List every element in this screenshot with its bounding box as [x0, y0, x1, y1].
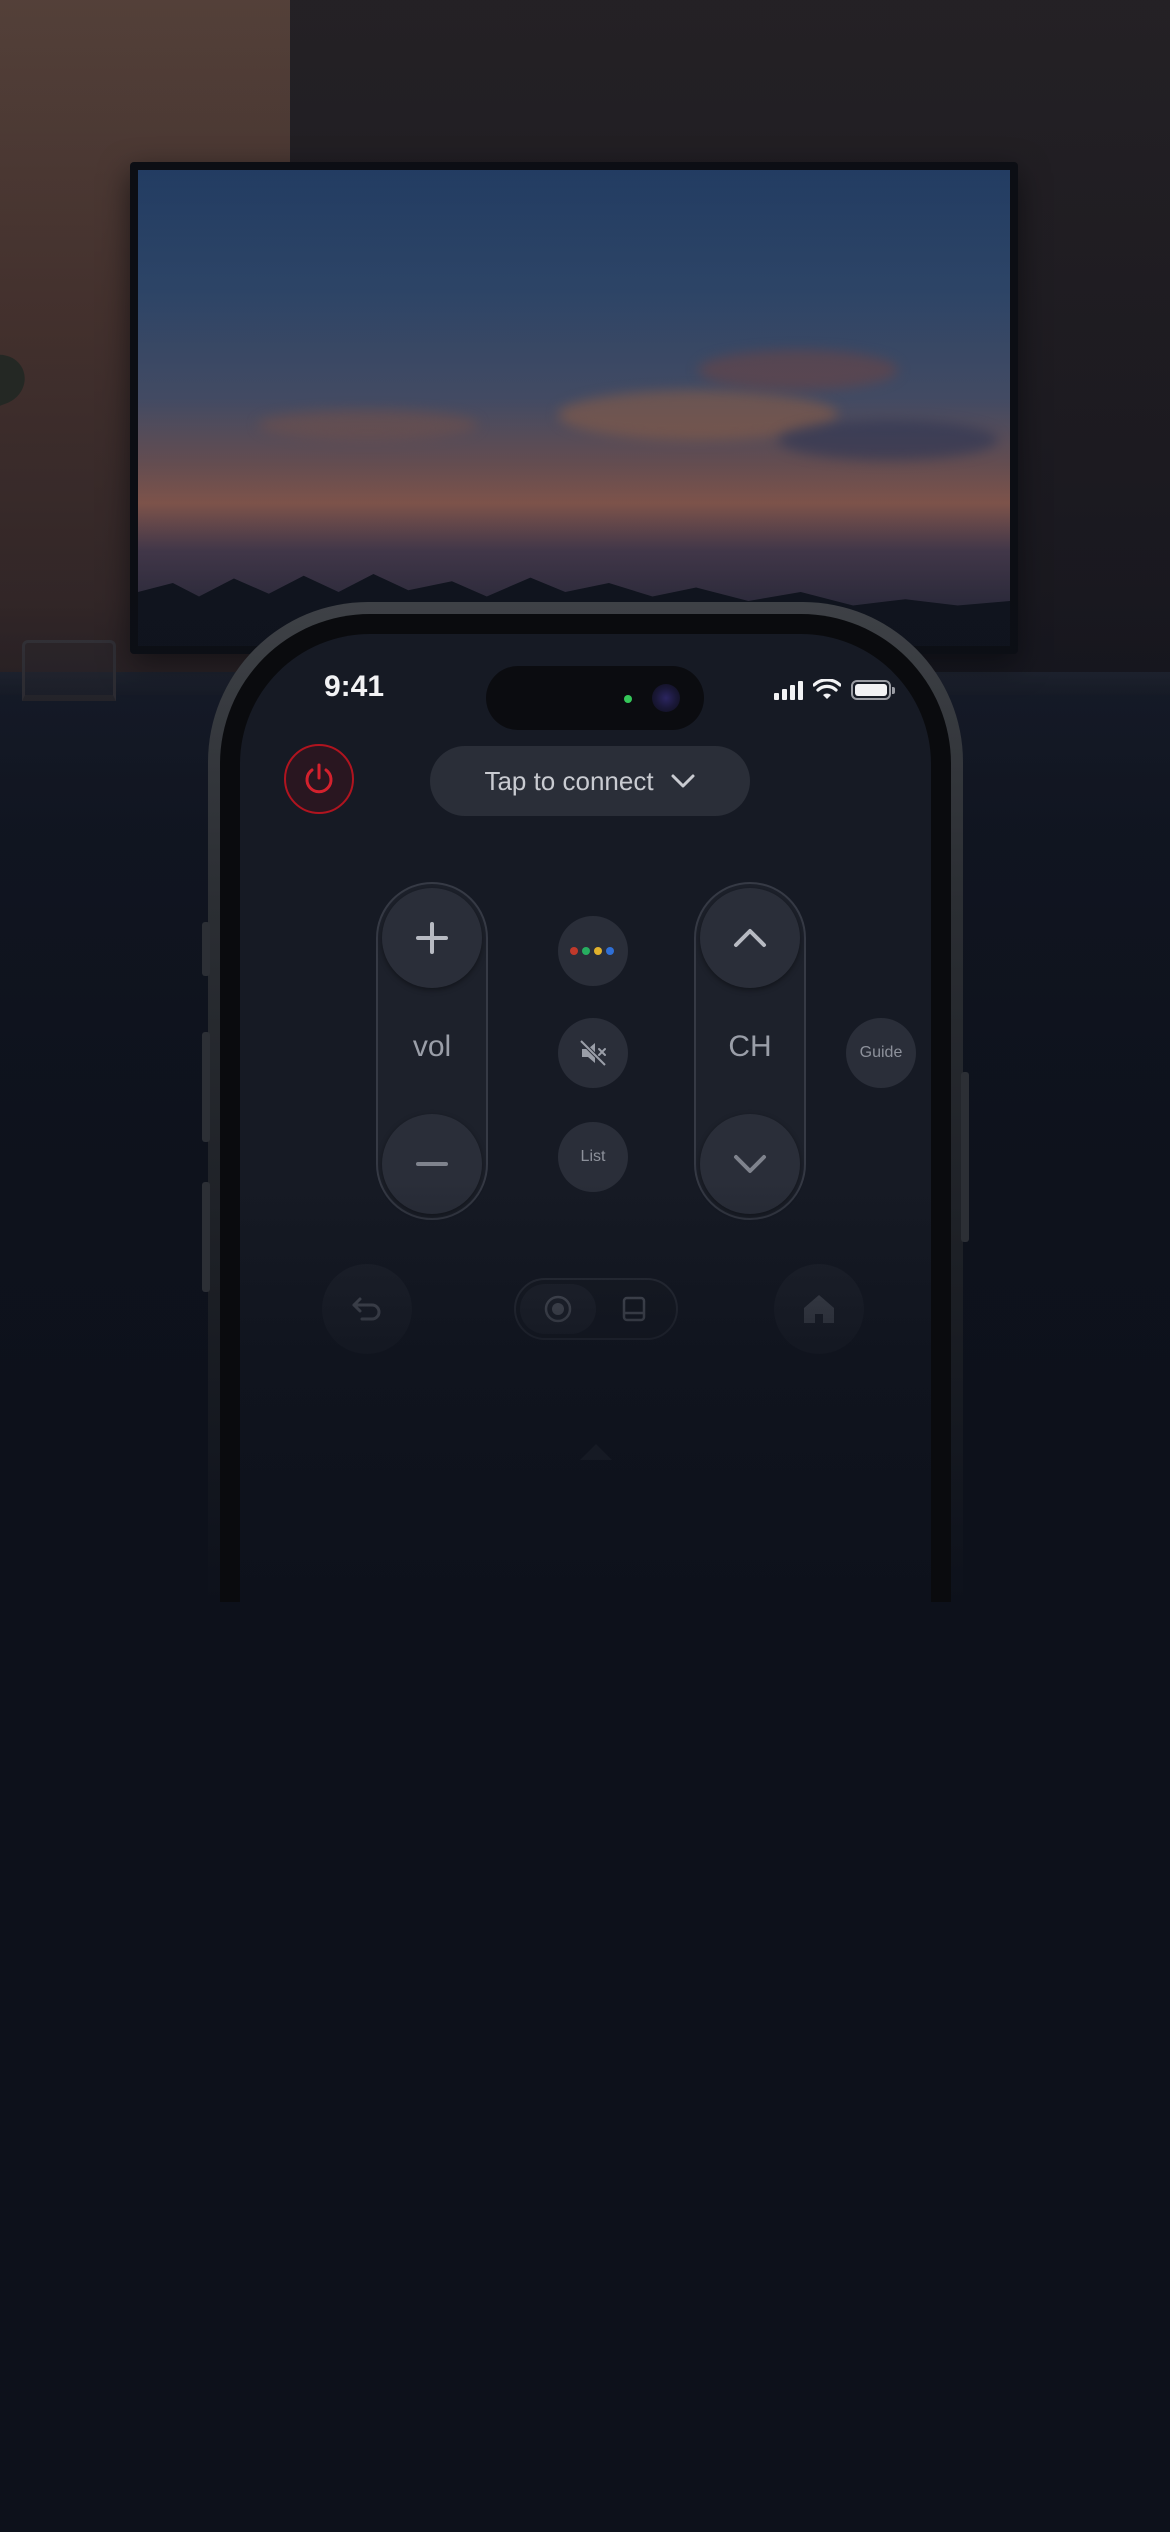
status-icons: [774, 678, 895, 702]
guide-label: Guide: [859, 1044, 903, 1061]
mute-icon: [579, 1039, 607, 1067]
list-button[interactable]: List: [558, 1122, 628, 1192]
channel-rocker: CH: [694, 882, 806, 1220]
caret-up-icon[interactable]: [580, 1444, 612, 1460]
wifi-icon: [813, 679, 841, 699]
front-camera: [652, 684, 680, 712]
phone-volume-up-button: [202, 1032, 210, 1142]
list-label: List: [580, 1148, 606, 1165]
chevron-down-icon: [671, 774, 695, 788]
touchpad-icon: [622, 1296, 646, 1322]
volume-label: vol: [412, 1030, 452, 1063]
dpad-icon: [544, 1295, 572, 1323]
phone-volume-down-button: [202, 1182, 210, 1292]
google-assistant-icon: [570, 947, 614, 955]
volume-down-button[interactable]: [382, 1114, 482, 1214]
connect-label: Tap to connect: [484, 765, 654, 796]
chevron-down-icon: [734, 1155, 766, 1173]
guide-button[interactable]: Guide: [846, 1018, 916, 1088]
phone-frame: 9:41 Tap to connect vol List CH Guide: [202, 602, 969, 1602]
cellular-signal-icon: [774, 680, 803, 700]
channel-down-button[interactable]: [700, 1114, 800, 1214]
assistant-button[interactable]: [558, 916, 628, 986]
back-button[interactable]: [322, 1264, 412, 1354]
home-icon: [804, 1295, 834, 1323]
minus-icon: [416, 1162, 448, 1166]
remote-app-screen: 9:41 Tap to connect vol List CH Guide: [240, 634, 931, 1602]
back-arrow-icon: [352, 1297, 381, 1321]
plus-icon: [416, 922, 448, 954]
mute-button[interactable]: [558, 1018, 628, 1088]
power-button[interactable]: [284, 744, 354, 814]
dynamic-island: [486, 666, 704, 730]
channel-up-button[interactable]: [700, 888, 800, 988]
tap-to-connect-button[interactable]: Tap to connect: [430, 746, 750, 816]
phone-side-button: [202, 922, 210, 976]
volume-rocker: vol: [376, 882, 488, 1220]
battery-icon: [851, 680, 895, 700]
home-button[interactable]: [774, 1264, 864, 1354]
status-time: 9:41: [324, 670, 385, 703]
channel-label: CH: [728, 1030, 772, 1063]
dpad-mode-option[interactable]: [520, 1284, 596, 1334]
chevron-up-icon: [734, 929, 766, 947]
phone-power-button: [961, 1072, 969, 1242]
touchpad-mode-option[interactable]: [596, 1284, 672, 1334]
privacy-indicator-dot: [624, 695, 632, 703]
control-mode-toggle[interactable]: [514, 1278, 678, 1340]
volume-up-button[interactable]: [382, 888, 482, 988]
phone-bezel: 9:41 Tap to connect vol List CH Guide: [220, 614, 951, 1602]
power-icon: [305, 763, 333, 794]
